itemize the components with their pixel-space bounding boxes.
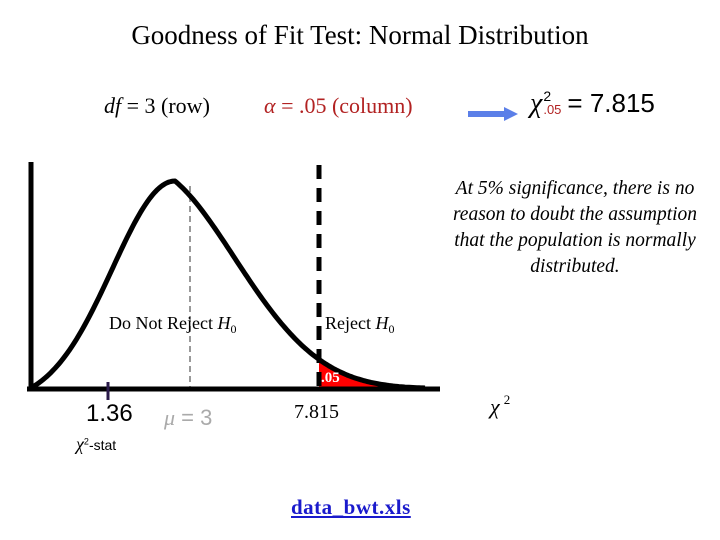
hypothesis-subscript: 0 bbox=[230, 322, 237, 336]
chi-square-distribution-chart bbox=[27, 162, 440, 400]
do-not-reject-label: Do Not Reject H0 bbox=[109, 313, 236, 337]
chi-symbol: χ bbox=[76, 434, 84, 454]
alpha-area-label: .05 bbox=[321, 370, 340, 386]
test-statistic-label: χ2-stat bbox=[76, 434, 116, 455]
test-statistic-value: 1.36 bbox=[86, 400, 133, 427]
reject-label: Reject H0 bbox=[325, 313, 394, 337]
hypothesis-symbol: H bbox=[375, 313, 389, 333]
hypothesis-subscript: 0 bbox=[388, 322, 395, 336]
x-axis-label: χ2 bbox=[490, 392, 510, 420]
mean-value: = 3 bbox=[175, 405, 213, 430]
stat-text: -stat bbox=[88, 437, 117, 453]
data-file-link[interactable]: data_bwt.xls bbox=[291, 495, 411, 520]
reject-text: Reject bbox=[325, 313, 376, 333]
mean-label: μ = 3 bbox=[164, 405, 212, 431]
mu-symbol: μ bbox=[164, 405, 176, 430]
chi-symbol: χ bbox=[490, 394, 500, 419]
chi-superscript: 2 bbox=[503, 392, 511, 407]
do-not-reject-text: Do Not Reject bbox=[109, 313, 218, 333]
critical-value-tick-label: 7.815 bbox=[294, 401, 339, 423]
hypothesis-symbol: H bbox=[217, 313, 231, 333]
distribution-curve bbox=[29, 178, 426, 391]
